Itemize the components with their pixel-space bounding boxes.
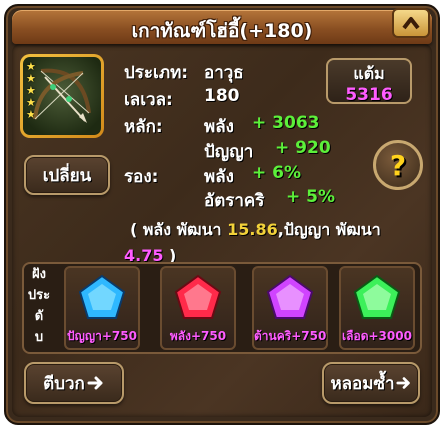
score-label: แต้ม — [353, 64, 385, 83]
sub-stat-value: + 6% — [252, 163, 302, 183]
main-stat-name: พลัง — [204, 117, 234, 137]
gem-caption: ปัญญา+750 — [67, 329, 137, 343]
crossed-bows-icon — [33, 68, 91, 123]
gem-slot[interactable]: พลัง+750 — [160, 266, 236, 350]
main-stat-value: + 3063 — [252, 113, 320, 133]
slot-label-line: ประ — [27, 288, 51, 303]
forge-button[interactable]: ตีบวก — [24, 362, 124, 404]
gem-slot[interactable]: ต้านคริ+750 — [252, 266, 328, 350]
item-title: เกาทัณฑ์โฮ่อี้(+180) — [131, 20, 313, 42]
gem-slot-label: ฝัง ประ ดั บ — [24, 264, 54, 350]
change-button[interactable]: เปลี่ยน — [24, 155, 110, 195]
sub-stat-name: อัตราคริ — [204, 191, 265, 211]
slot-label-line: ดั — [34, 309, 44, 324]
score-box: แต้ม 5316 — [326, 58, 412, 104]
growth-line: ( พลัง พัฒนา 15.86,ปัญญา พัฒนา — [130, 218, 381, 243]
red-gem-icon — [174, 274, 222, 319]
arrow-right-icon — [87, 376, 103, 390]
level-label: เลเวล: — [124, 90, 173, 110]
level-value: 180 — [204, 86, 240, 106]
main-stat-value: + 920 — [275, 138, 331, 158]
title-bar: เกาทัณฑ์โฮ่อี้(+180) — [12, 8, 432, 44]
sub-stat-name: พลัง — [204, 167, 234, 187]
purple-gem-icon — [266, 274, 314, 319]
main-stat-label: หลัก: — [124, 117, 163, 137]
type-label: ประเภท: — [124, 63, 189, 83]
main-stat-name: ปัญญา — [204, 142, 254, 162]
item-icon: ★ ★ ★ ★ ★ — [23, 57, 101, 135]
growth-str-value: 15.86 — [227, 220, 278, 239]
gem-caption: ต้านคริ+750 — [254, 329, 327, 343]
change-button-label: เปลี่ยน — [42, 165, 92, 186]
slot-label-line: บ — [34, 330, 44, 345]
slot-label-line: ฝัง — [32, 267, 46, 282]
type-value: อาวุธ — [204, 63, 244, 83]
green-gem-icon — [353, 274, 401, 319]
question-icon: ? — [389, 148, 407, 182]
gem-caption: พลัง+750 — [169, 329, 227, 343]
gem-caption: เลือด+3000 — [342, 329, 412, 343]
smelt-button-label: หลอมซ้ำ — [330, 373, 395, 394]
growth-open: ( พลัง พัฒนา — [130, 220, 228, 239]
forge-button-label: ตีบวก — [43, 373, 85, 394]
arrow-right-icon — [396, 377, 410, 389]
blue-gem-icon — [78, 274, 126, 319]
smelt-button[interactable]: หลอมซ้ำ — [322, 362, 420, 404]
sub-stat-value: + 5% — [286, 187, 336, 207]
sub-stat-label: รอง: — [124, 167, 159, 187]
gem-slot[interactable]: เลือด+3000 — [339, 266, 415, 350]
growth-mid: ,ปัญญา พัฒนา — [277, 220, 381, 239]
gem-slot[interactable]: ปัญญา+750 — [64, 266, 140, 350]
close-icon — [402, 17, 420, 30]
item-icon-frame[interactable]: ★ ★ ★ ★ ★ — [20, 54, 104, 138]
score-value: 5316 — [345, 85, 393, 105]
help-button[interactable]: ? — [373, 140, 423, 190]
close-button[interactable] — [392, 8, 430, 38]
